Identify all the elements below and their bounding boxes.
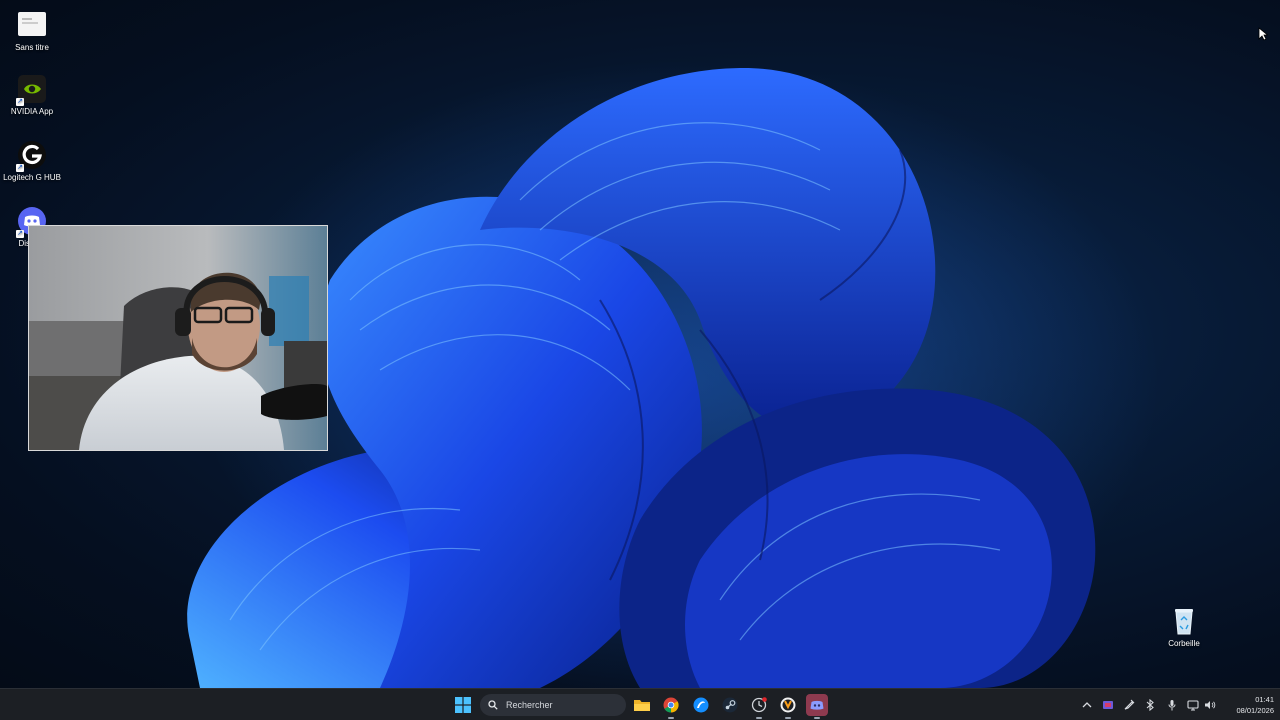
desktop-icon-nvidia-app[interactable]: ↗ NVIDIA App (0, 74, 64, 116)
taskbar: Rechercher 01:41 08/01/2026 (0, 688, 1280, 720)
document-icon (17, 10, 47, 40)
tray-network-icon[interactable] (1186, 698, 1200, 712)
start-icon (455, 697, 471, 713)
taskbar-file-explorer[interactable] (631, 694, 653, 716)
file-explorer-icon (634, 700, 650, 711)
taskbar-overwatch[interactable] (777, 694, 799, 719)
desktop-icon-logitech-g-hub[interactable]: ↗ Logitech G HUB (0, 140, 64, 182)
steam-icon (722, 697, 738, 713)
webcam-overlay (28, 225, 328, 451)
taskbar-discord[interactable] (806, 694, 828, 719)
tray-date: 08/01/2026 (1236, 706, 1274, 715)
recycle-bin-icon (1169, 606, 1199, 636)
desktop-icon-sans-titre[interactable]: Sans titre (0, 10, 64, 52)
tray-microphone-icon[interactable] (1165, 698, 1179, 712)
nvidia-icon: ↗ (16, 74, 47, 106)
desktop-icon-corbeille[interactable]: Corbeille (1152, 606, 1216, 648)
desktop-icon-label: NVIDIA App (10, 107, 54, 116)
desktop-icon-label: Sans titre (15, 43, 49, 52)
logitech-g-icon: ↗ (16, 140, 47, 172)
tray-bluetooth-icon[interactable] (1143, 698, 1157, 712)
app-clock-icon (751, 697, 767, 713)
tray-clock[interactable]: 01:41 08/01/2026 (1218, 694, 1274, 716)
chrome-icon (663, 697, 679, 713)
discord-icon (810, 700, 824, 710)
taskbar-chrome[interactable] (660, 694, 682, 719)
search-placeholder: Rechercher (506, 700, 553, 710)
battle-net-icon (693, 697, 709, 713)
shortcut-arrow-icon: ↗ (16, 230, 24, 238)
tray-time: 01:41 (1255, 695, 1274, 704)
tray-overflow-chevron-up-icon[interactable] (1080, 698, 1094, 712)
start-button[interactable] (452, 694, 474, 716)
overwatch-icon (780, 697, 796, 713)
desktop-icon-label: Corbeille (1168, 639, 1200, 648)
taskbar-search-box[interactable]: Rechercher (480, 694, 626, 716)
shortcut-arrow-icon: ↗ (16, 164, 24, 172)
taskbar-steam[interactable] (719, 694, 741, 716)
shortcut-arrow-icon: ↗ (16, 98, 24, 106)
tray-volume-icon[interactable] (1203, 698, 1217, 712)
search-icon (488, 700, 498, 710)
webcam-person-image (29, 226, 327, 450)
mouse-cursor-icon (1258, 27, 1268, 41)
tray-app-icon[interactable] (1101, 698, 1115, 712)
taskbar-app-clock[interactable] (748, 694, 770, 719)
desktop-icon-label: Logitech G HUB (3, 173, 61, 182)
desktop: Sans titre ↗ NVIDIA App ↗ Logitech G HUB… (0, 0, 1280, 688)
tray-pen-icon[interactable] (1122, 698, 1136, 712)
taskbar-battle-net[interactable] (690, 694, 712, 716)
